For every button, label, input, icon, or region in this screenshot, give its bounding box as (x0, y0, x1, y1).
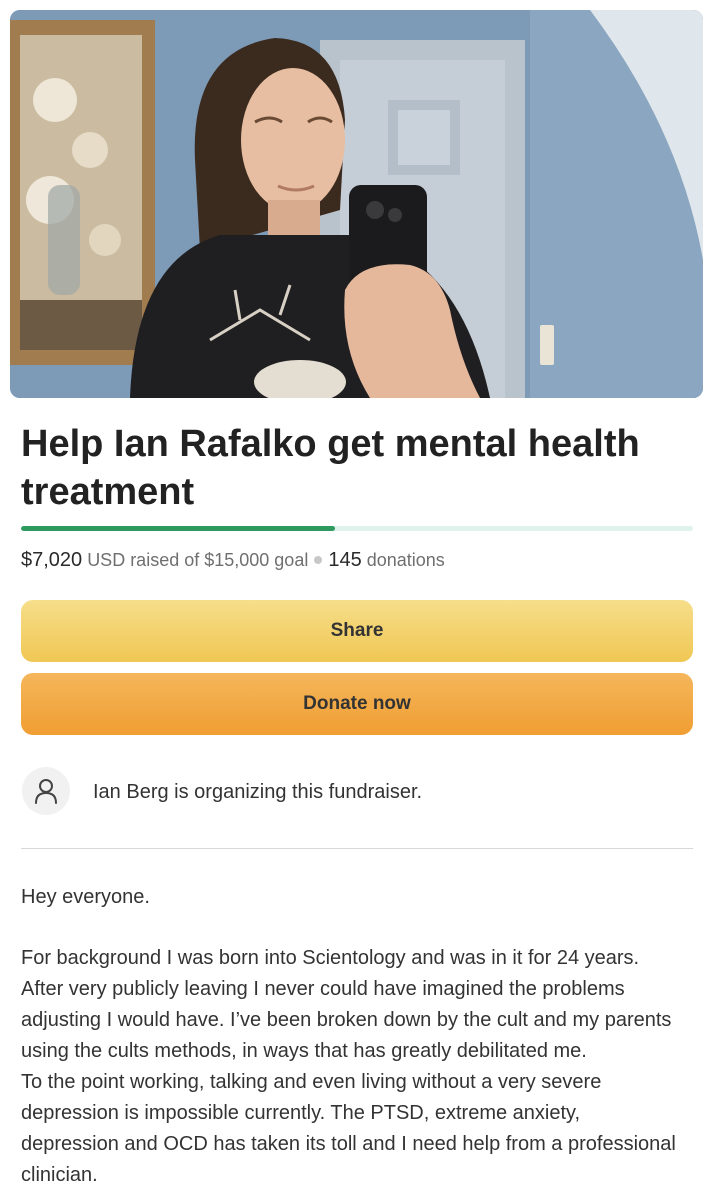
story-line: For background I was born into Scientolo… (21, 947, 640, 969)
donate-now-button[interactable]: Donate now (21, 673, 693, 735)
organizer-text: Ian Berg is organizing this fundraiser. (93, 781, 423, 803)
raised-goal-text: USD raised of $15,000 goal (87, 550, 309, 570)
divider (21, 848, 693, 849)
story-line: adjusting I would have. I’ve been broken… (21, 1009, 672, 1031)
progress-bar (21, 526, 693, 531)
story: Hey everyone. For background I was born … (21, 882, 701, 1191)
story-line: After very publicly leaving I never coul… (21, 978, 625, 1000)
hero-image (10, 10, 703, 398)
story-line: To the point working, talking and even l… (21, 1071, 602, 1093)
separator-dot (314, 556, 323, 565)
share-button[interactable]: Share (21, 600, 693, 662)
campaign-title: Help Ian Rafalko get mental health treat… (21, 423, 640, 513)
organizer-row: Ian Berg is organizing this fundraiser. (21, 766, 693, 818)
raised-amount: $7,020 (21, 549, 83, 571)
donations-count: 145 (328, 549, 362, 571)
story-greeting: Hey everyone. (21, 886, 150, 908)
story-line: using the cults methods, in ways that ha… (21, 1040, 587, 1062)
donations-label: donations (366, 550, 445, 570)
avatar[interactable] (22, 767, 70, 815)
story-line: clinician. (21, 1164, 98, 1186)
story-line: depression and OCD has taken its toll an… (21, 1133, 676, 1155)
progress-fill (21, 526, 336, 531)
selfie-photo (10, 10, 703, 398)
story-line: depression is impossible currently. The … (21, 1102, 581, 1124)
user-icon (35, 779, 57, 804)
funding-stats: $7,020 USD raised of $15,000 goal 145 don… (21, 546, 445, 574)
